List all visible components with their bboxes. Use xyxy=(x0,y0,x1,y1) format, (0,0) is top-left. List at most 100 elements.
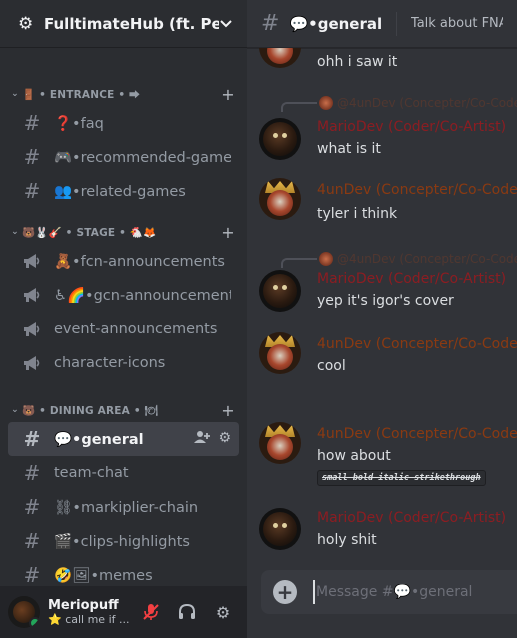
reply-avatar xyxy=(319,96,333,110)
text-channel-icon: # xyxy=(23,111,41,135)
gear-icon[interactable]: ⚙ xyxy=(218,430,231,448)
message-author[interactable]: 4unDev (Concepter/Co-Code xyxy=(317,336,517,352)
message-text: yep it's igor's cover xyxy=(317,293,454,309)
add-attachment-button[interactable]: + xyxy=(273,580,297,604)
channel-character-icons[interactable]: character-icons xyxy=(8,346,239,380)
deafen-button[interactable] xyxy=(171,596,203,628)
announcement-icon xyxy=(20,321,44,337)
user-settings-button[interactable]: ⚙ xyxy=(207,596,239,628)
channel-fcn-announcements[interactable]: 🧸•fcn-announcements xyxy=(8,244,239,278)
category-dining-area[interactable]: ⌄ 🐻 • DINING AREA • 🍽 + xyxy=(8,398,239,422)
server-header[interactable]: ⚙ FulltimateHub (ft. Pe... xyxy=(0,0,247,48)
text-channel-icon: # xyxy=(23,529,41,553)
reply-preview[interactable]: @4unDev (Concepter/Co-Code xyxy=(319,252,517,266)
message-input[interactable] xyxy=(316,584,505,600)
avatar[interactable] xyxy=(259,48,301,68)
add-channel-icon[interactable]: + xyxy=(217,85,239,104)
chevron-down-icon: ⌄ xyxy=(11,89,19,99)
channel-label: 🎮•recommended-games xyxy=(54,149,231,166)
channel-sidebar: ⚙ FulltimateHub (ft. Pe... ⌄ 🚪 • ENTRANC… xyxy=(0,0,247,638)
channel-general[interactable]: # 💬•general ⚙ xyxy=(8,422,239,456)
channel-title: 💬•general xyxy=(289,14,383,33)
channel-clips-highlights[interactable]: # 🎬•clips-highlights xyxy=(8,524,239,558)
channel-label: team-chat xyxy=(54,465,129,481)
microphone-muted-icon xyxy=(143,604,159,620)
add-channel-icon[interactable]: + xyxy=(217,223,239,242)
online-status-indicator xyxy=(29,617,40,628)
channel-label: ⛓•markiplier-chain xyxy=(54,499,199,516)
server-gear-icon: ⚙ xyxy=(18,13,34,34)
message-author[interactable]: MarioDev (Coder/Co-Artist) xyxy=(317,510,506,526)
user-info[interactable]: Meriopuff ⭐ call me if ... xyxy=(48,598,135,626)
custom-status: ⭐ call me if ... xyxy=(48,613,130,626)
channel-label: 🎬•clips-highlights xyxy=(54,533,190,550)
headphones-icon xyxy=(179,604,195,619)
category-label: 🐻 • DINING AREA • 🍽 xyxy=(22,404,159,417)
channel-team-chat[interactable]: # team-chat xyxy=(8,456,239,490)
avatar[interactable] xyxy=(259,422,301,464)
channel-label: event-announcements xyxy=(54,321,218,337)
chevron-down-icon xyxy=(219,17,233,31)
channel-list: ⌄ 🚪 • ENTRANCE • ⮕ + # ❓•faq # 🎮•recomme… xyxy=(0,48,247,586)
channel-markiplier-chain[interactable]: # ⛓•markiplier-chain xyxy=(8,490,239,524)
avatar[interactable] xyxy=(259,508,301,550)
username: Meriopuff xyxy=(48,598,119,613)
category-label: 🐻🐰🎸 • STAGE • 🐔🦊 xyxy=(22,226,157,239)
reply-avatar xyxy=(319,252,333,266)
chevron-down-icon: ⌄ xyxy=(11,405,19,415)
channel-event-announcements[interactable]: event-announcements xyxy=(8,312,239,346)
channel-gcn-announcements[interactable]: ♿🌈•gcn-announcements xyxy=(8,278,239,312)
channel-header: # 💬•general Talk about FNAF st xyxy=(247,0,517,48)
avatar[interactable] xyxy=(259,332,301,374)
message-author[interactable]: MarioDev (Coder/Co-Artist) xyxy=(317,271,506,287)
avatar[interactable] xyxy=(259,270,301,312)
category-stage[interactable]: ⌄ 🐻🐰🎸 • STAGE • 🐔🦊 + xyxy=(8,220,239,244)
message-author[interactable]: 4unDev (Concepter/Co-Code xyxy=(317,426,517,442)
channel-faq[interactable]: # ❓•faq xyxy=(8,106,239,140)
message-text: how about xyxy=(317,448,391,464)
text-channel-icon: # xyxy=(23,495,41,519)
channel-label: 🤣🖼•memes xyxy=(54,567,153,584)
channel-recommended-games[interactable]: # 🎮•recommended-games xyxy=(8,140,239,174)
channel-label: ❓•faq xyxy=(54,115,104,132)
channel-topic[interactable]: Talk about FNAF st xyxy=(411,16,503,31)
announcement-icon xyxy=(20,287,44,303)
text-channel-icon: # xyxy=(261,11,280,36)
avatar[interactable] xyxy=(259,178,301,220)
formatted-text: small bold italic strikethrough xyxy=(317,470,486,486)
user-panel: Meriopuff ⭐ call me if ... ⚙ xyxy=(0,586,247,638)
avatar[interactable] xyxy=(8,596,40,628)
chat-main: # 💬•general Talk about FNAF st ohh i saw… xyxy=(247,0,517,638)
gear-icon: ⚙ xyxy=(215,602,231,622)
add-channel-icon[interactable]: + xyxy=(217,401,239,420)
category-entrance[interactable]: ⌄ 🚪 • ENTRANCE • ⮕ + xyxy=(8,82,239,106)
message-text: holy shit xyxy=(317,532,377,548)
message-field-wrapper xyxy=(313,580,505,604)
category-label: 🚪 • ENTRANCE • ⮕ xyxy=(22,88,140,101)
announcement-icon xyxy=(20,253,44,269)
mute-microphone-button[interactable] xyxy=(135,596,167,628)
header-divider xyxy=(396,11,397,36)
text-channel-icon: # xyxy=(23,145,41,169)
message-text: ohh i saw it xyxy=(317,54,398,70)
text-channel-icon: # xyxy=(23,427,41,451)
channel-memes[interactable]: # 🤣🖼•memes xyxy=(8,558,239,586)
channel-label: 💬•general xyxy=(54,431,144,448)
channel-label: ♿🌈•gcn-announcements xyxy=(54,287,231,304)
text-channel-icon: # xyxy=(23,461,41,485)
reply-preview[interactable]: @4unDev (Concepter/Co-Code xyxy=(319,96,517,110)
chevron-down-icon: ⌄ xyxy=(11,227,19,237)
message-author[interactable]: MarioDev (Coder/Co-Artist) xyxy=(317,119,506,135)
text-channel-icon: # xyxy=(23,563,41,586)
avatar[interactable] xyxy=(259,118,301,160)
reply-text: @4unDev (Concepter/Co-Code xyxy=(337,96,517,110)
message-text: cool xyxy=(317,358,346,374)
reply-connector xyxy=(281,258,317,268)
message-author[interactable]: 4unDev (Concepter/Co-Code xyxy=(317,182,517,198)
channel-related-games[interactable]: # 👥•related-games xyxy=(8,174,239,208)
invite-user-icon[interactable] xyxy=(194,430,211,448)
channel-label: 👥•related-games xyxy=(54,183,186,200)
reply-connector xyxy=(281,102,317,112)
text-channel-icon: # xyxy=(23,179,41,203)
message-text: what is it xyxy=(317,141,381,157)
